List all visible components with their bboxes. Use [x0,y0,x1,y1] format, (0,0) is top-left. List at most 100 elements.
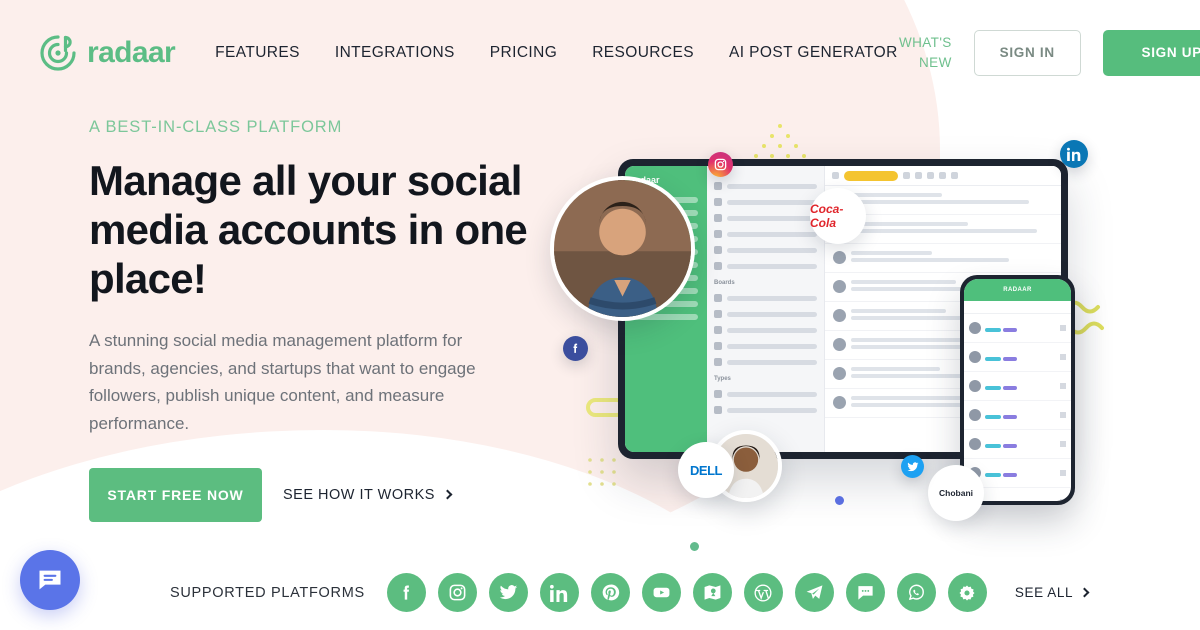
platform-telegram[interactable] [794,573,834,612]
platform-wordpress[interactable] [743,573,783,612]
megaphone-icon [903,172,910,179]
page-title: Manage all your social media accounts in… [89,157,528,303]
phone-app-header: RADAAR [964,279,1071,301]
facebook-icon [714,294,722,302]
avatar [833,280,846,293]
platform-pinterest[interactable] [590,573,630,612]
hero-cta-row: START FREE NOW SEE HOW IT WORKS [89,467,549,522]
platform-instagram[interactable] [437,573,477,612]
sign-in-button[interactable]: SIGN IN [973,29,1081,76]
search-icon [832,172,839,179]
site-header: radaar FEATURES INTEGRATIONS PRICING RES… [0,0,1200,105]
settings-icon [927,172,934,179]
brand-logo[interactable]: radaar [38,33,176,73]
facebook-badge [563,336,588,361]
see-all-link[interactable]: SEE ALL [1014,585,1090,600]
avatar [833,251,846,264]
whats-new-link[interactable]: WHAT'S NEW [898,33,952,73]
platform-google-business[interactable] [692,573,732,612]
avatar [969,351,981,363]
platform-linkedin[interactable] [539,573,579,612]
sidebar-section-types: Types [714,376,731,382]
nav-item-pricing[interactable]: PRICING [490,44,557,62]
hero-content: A BEST-IN-CLASS PLATFORM Manage all your… [89,118,549,522]
inbox-filter-row [714,230,817,238]
platform-whatsapp[interactable] [896,573,936,612]
see-all-label: SEE ALL [1014,585,1074,600]
platform-sms[interactable] [845,573,885,612]
avatar [833,338,846,351]
hero-subtitle: A stunning social media management platf… [89,331,476,433]
phone-screen: RADAAR [964,279,1071,501]
trash-icon [714,262,722,270]
twitter-badge [901,455,924,478]
primary-action-pill [844,170,898,181]
notification-icon [915,172,922,179]
sign-up-button[interactable]: SIGN UP [1102,29,1200,76]
youtube-icon [714,358,722,366]
star-icon [1060,499,1066,501]
platform-facebook[interactable] [386,573,426,612]
network-row-facebook [714,294,817,302]
instagram-icon [714,158,727,171]
network-row-youtube [714,358,817,366]
star-icon [1060,325,1066,331]
whats-new-line1: WHAT'S [898,34,952,50]
phone-inbox-row [964,314,1071,343]
radar-icon [40,34,76,71]
help-icon [951,172,958,179]
platform-youtube[interactable] [641,573,681,612]
gear-icon [959,585,975,600]
instagram-badge [708,152,733,177]
feed-row [825,244,1061,273]
app-inbox-list: Boards Types [707,166,825,452]
platform-more[interactable] [947,573,987,612]
chat-widget-button[interactable] [20,550,80,610]
twitter-icon [714,326,722,334]
main-navigation: FEATURES INTEGRATIONS PRICING RESOURCES … [215,44,898,62]
whats-new-line2: NEW [919,54,952,70]
calendar-icon [714,230,722,238]
app-toolbar [825,166,1061,186]
phone-mockup: RADAAR [960,275,1075,505]
brand-name: radaar [87,35,176,69]
star-icon [1060,354,1066,360]
star-icon [714,214,722,222]
star-icon [1060,441,1066,447]
type-row [714,406,817,414]
type-row [714,390,817,398]
nav-item-integrations[interactable]: INTEGRATIONS [335,44,455,62]
platform-twitter[interactable] [488,573,528,612]
see-how-it-works-link[interactable]: SEE HOW IT WORKS [283,486,453,503]
avatar [969,438,981,450]
dot-grid-decoration [588,458,616,486]
nav-item-resources[interactable]: RESOURCES [592,44,694,62]
start-free-now-button[interactable]: START FREE NOW [89,467,262,522]
users-icon [714,246,722,254]
whatsapp-icon [908,584,924,600]
avatar [969,322,981,334]
linkedin-badge [1060,140,1088,168]
google-business-icon [704,585,721,600]
star-icon [1060,470,1066,476]
inbox-filter-row [714,246,817,254]
nav-item-features[interactable]: FEATURES [215,44,300,62]
see-how-it-works-label: SEE HOW IT WORKS [283,486,435,503]
inbox-icon [714,182,722,190]
grid-icon [939,172,946,179]
network-row-linkedin [714,342,817,350]
telegram-icon [806,585,823,599]
twitter-icon [907,461,918,471]
inbox-filter-row [714,198,817,206]
decorative-dot-blue [835,496,844,505]
archive-icon [714,198,722,206]
brand-bubble-chobani: Chobani [928,465,984,521]
twitter-icon [499,585,518,600]
customer-portrait-male [550,176,695,321]
hero-eyebrow: A BEST-IN-CLASS PLATFORM [89,118,343,136]
network-row-instagram [714,310,817,318]
instagram-icon [714,310,722,318]
nav-item-ai-post-generator[interactable]: AI POST GENERATOR [729,44,898,62]
chat-bubble-icon [39,570,61,590]
supported-platforms-label: SUPPORTED PLATFORMS [170,584,365,601]
